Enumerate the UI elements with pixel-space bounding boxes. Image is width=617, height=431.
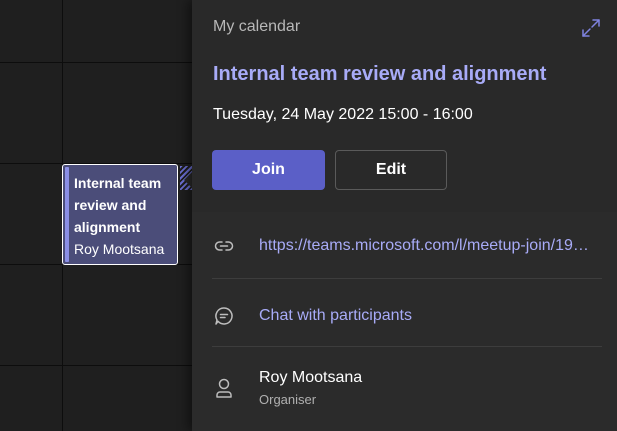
teams-calendar-view: Internal team review and alignment Roy M… [0,0,617,431]
expand-icon [582,19,600,37]
expand-button[interactable] [579,16,603,40]
edit-button[interactable]: Edit [335,150,447,190]
section-divider [212,278,602,279]
event-organiser: Roy Mootsana [74,241,165,257]
calendar-event-block[interactable]: Internal team review and alignment Roy M… [62,164,178,265]
chat-with-participants-link[interactable]: Chat with participants [259,307,412,325]
meeting-datetime: Tuesday, 24 May 2022 15:00 - 16:00 [213,106,473,123]
popover-details: https://teams.microsoft.com/l/meetup-joi… [192,212,617,431]
join-button[interactable]: Join [212,150,325,190]
event-title: Internal team review and alignment [74,175,162,235]
link-icon [212,234,236,258]
chat-icon [212,304,236,328]
organiser-info: Roy Mootsana Organiser [259,368,362,409]
section-divider [212,346,602,347]
organiser-name: Roy Mootsana [259,368,363,386]
chat-row[interactable]: Chat with participants [212,304,602,328]
popover-header: My calendar Internal team review and ali… [192,0,617,212]
organiser-role: Organiser [259,391,317,407]
meeting-link[interactable]: https://teams.microsoft.com/l/meetup-joi… [259,237,602,255]
calendar-name: My calendar [213,18,301,35]
popover-caret [184,172,192,188]
meeting-title: Internal team review and alignment [213,63,547,85]
event-details-popover: My calendar Internal team review and ali… [192,0,617,431]
organiser-row: Roy Mootsana Organiser [212,366,602,410]
person-icon [212,376,236,400]
meeting-link-row[interactable]: https://teams.microsoft.com/l/meetup-joi… [212,234,602,258]
